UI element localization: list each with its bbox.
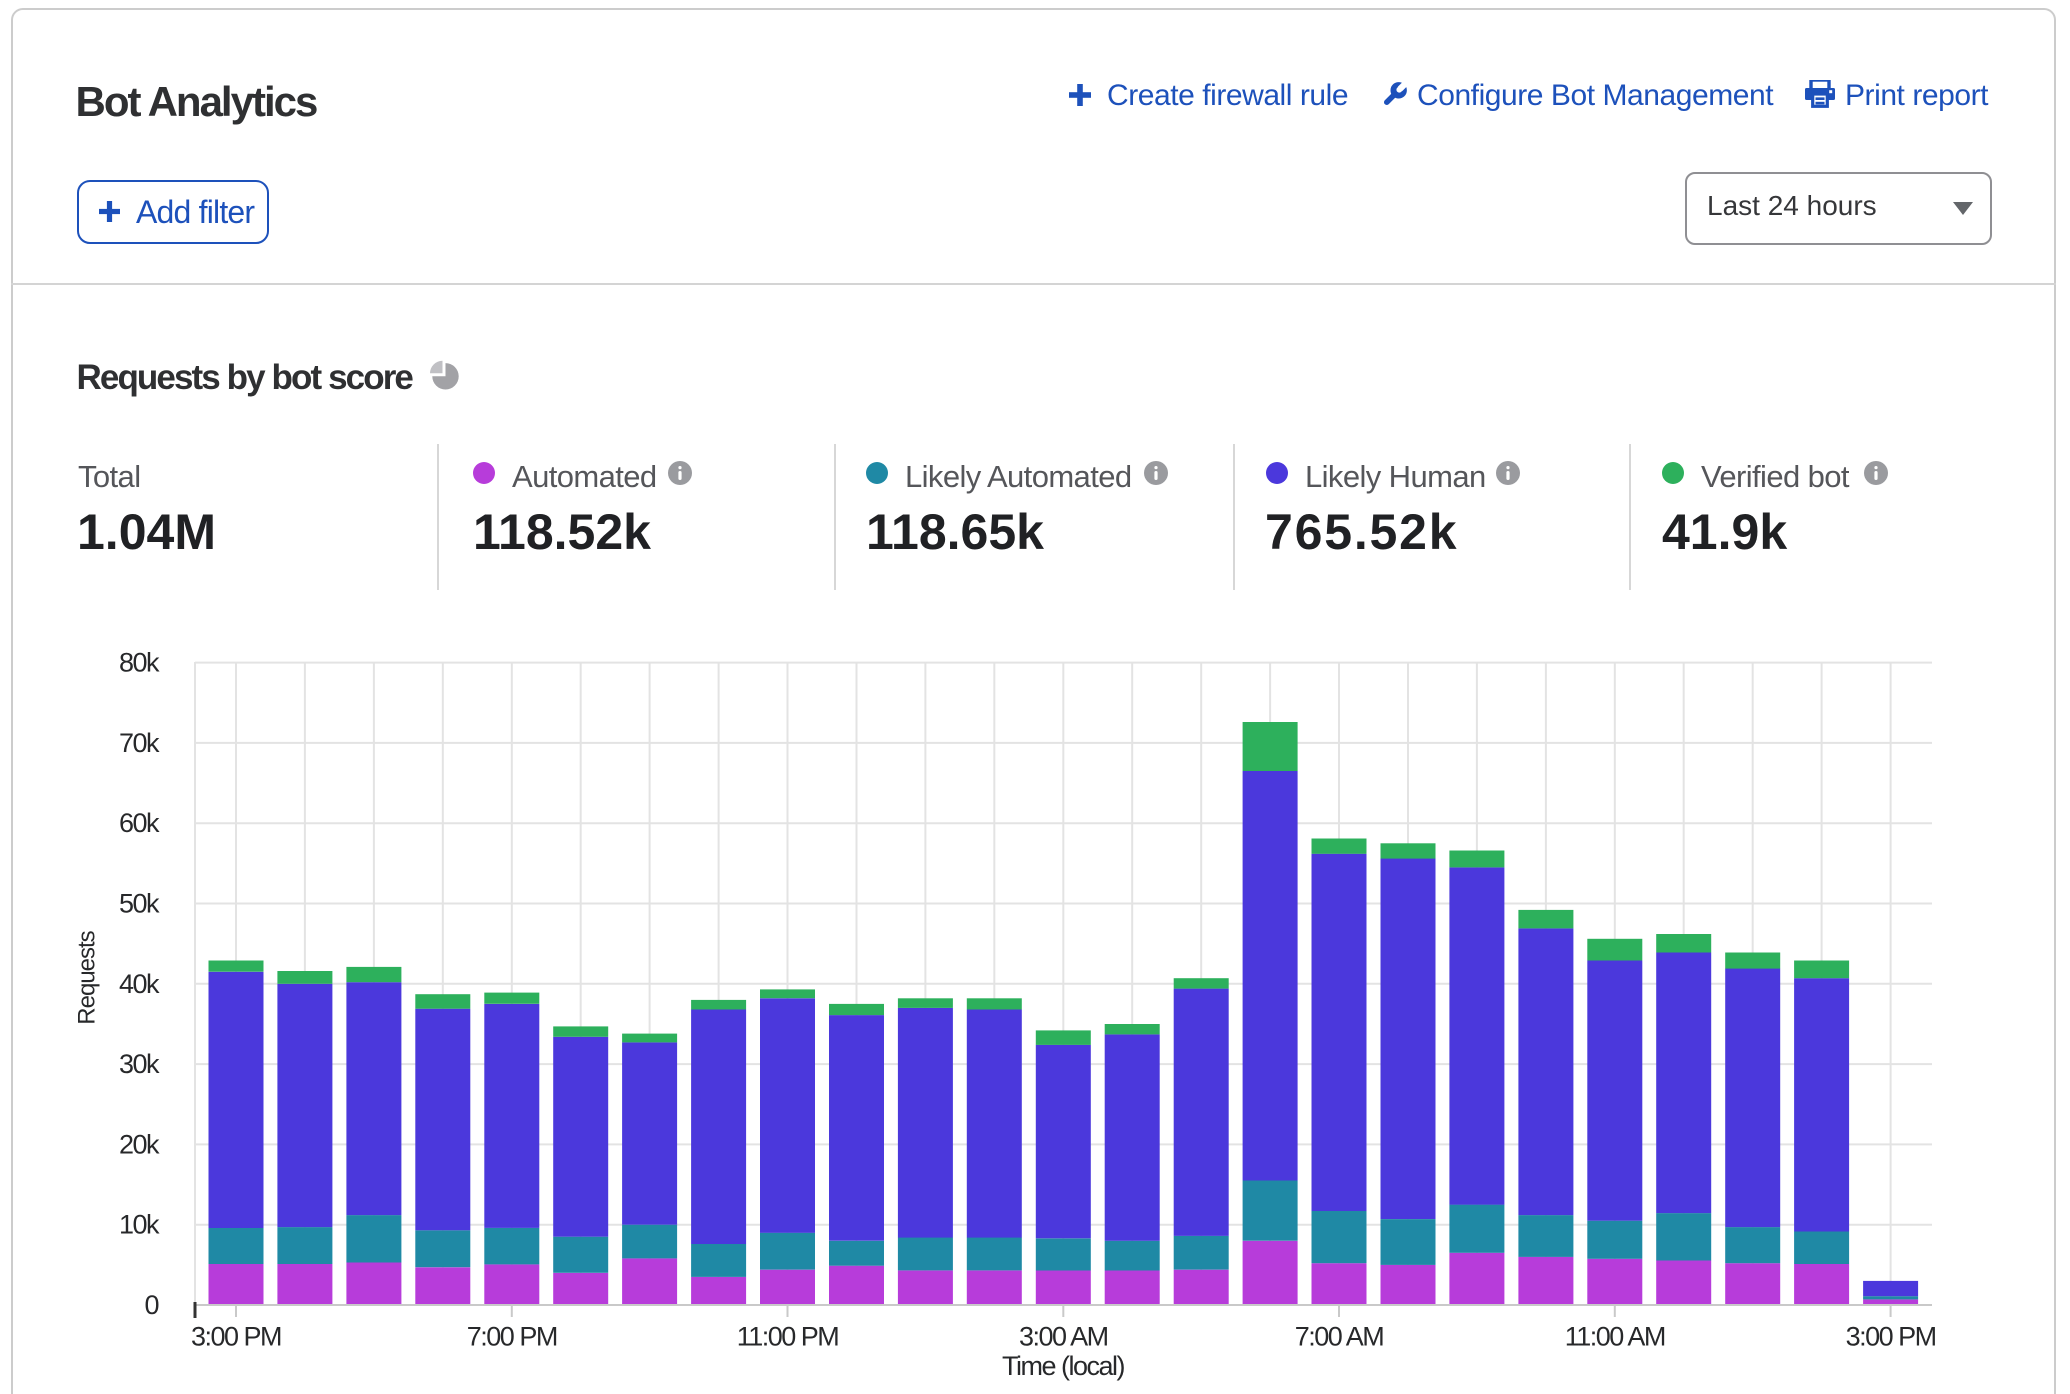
svg-text:3:00 PM: 3:00 PM [191,1322,281,1352]
svg-text:80k: 80k [119,648,160,678]
svg-text:3:00 AM: 3:00 AM [1019,1322,1108,1352]
svg-text:11:00 PM: 11:00 PM [737,1322,839,1352]
svg-text:20k: 20k [119,1129,160,1159]
svg-text:40k: 40k [119,969,160,999]
svg-text:Requests: Requests [74,930,101,1024]
svg-text:10k: 10k [119,1210,160,1240]
svg-text:Time (local): Time (local) [1002,1351,1125,1381]
svg-text:11:00 AM: 11:00 AM [1565,1322,1665,1352]
svg-text:50k: 50k [119,889,160,919]
svg-text:0: 0 [144,1290,158,1320]
svg-text:7:00 PM: 7:00 PM [467,1322,557,1352]
svg-text:30k: 30k [119,1049,160,1079]
svg-text:7:00 AM: 7:00 AM [1295,1322,1384,1352]
svg-text:60k: 60k [119,808,160,838]
svg-text:70k: 70k [119,728,160,758]
svg-text:3:00 PM: 3:00 PM [1846,1322,1936,1352]
